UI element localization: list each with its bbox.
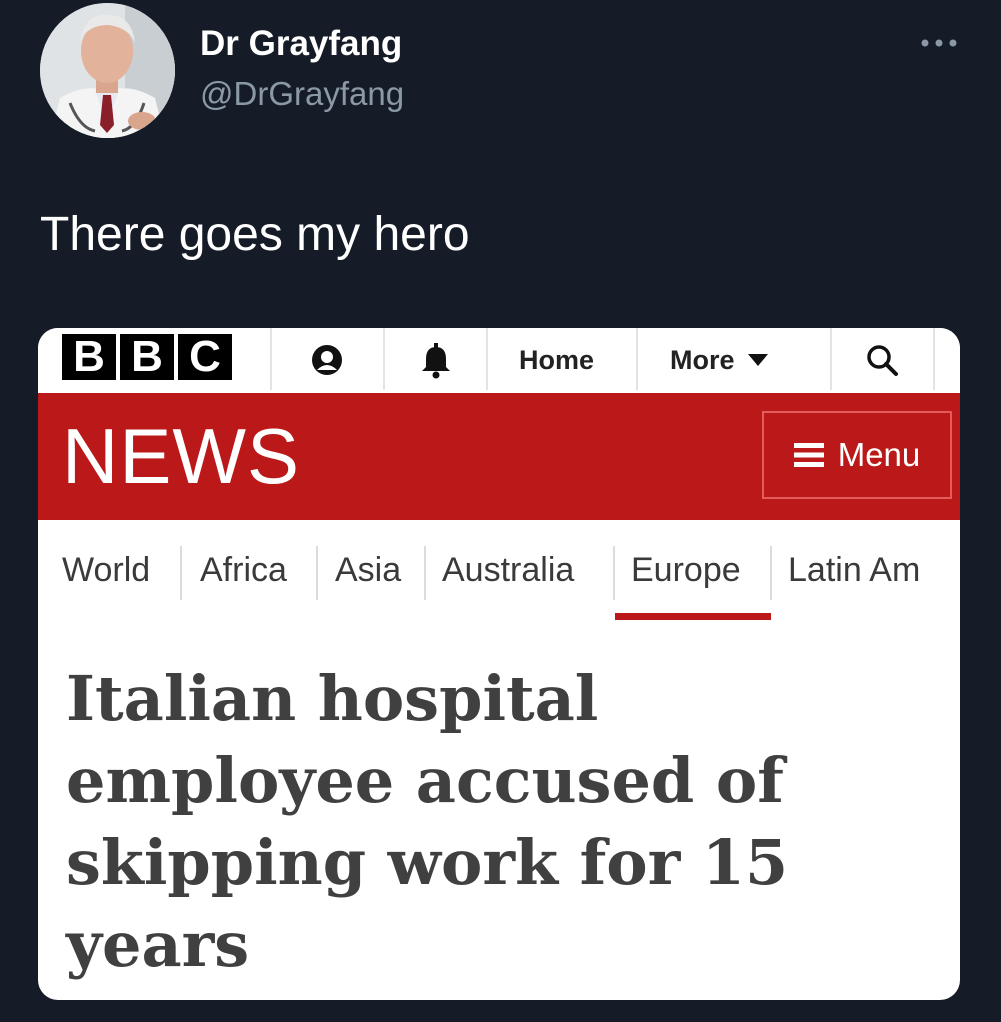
divider [613,546,615,600]
menu-button[interactable]: Menu [762,411,952,499]
bbc-top-bar: B B C Home More [38,328,960,393]
bbc-logo-letter: C [178,334,232,380]
divider [636,328,638,390]
user-handle[interactable]: @DrGrayfang [200,72,404,116]
avatar[interactable] [40,3,175,138]
region-nav: World Africa Asia Australia Europe Latin… [38,542,960,602]
news-banner: NEWS Menu [38,393,960,520]
divider [270,328,272,390]
region-world[interactable]: World [62,542,150,598]
active-tab-indicator [615,613,771,620]
region-latin-america[interactable]: Latin Am [788,542,920,598]
tweet-text: There goes my hero [40,208,470,261]
more-dropdown[interactable]: More [670,338,769,382]
region-europe[interactable]: Europe [631,542,741,598]
divider [180,546,182,600]
divider [424,546,426,600]
bbc-logo-letter: B [62,334,116,380]
bell-icon[interactable] [414,338,458,382]
embedded-screenshot[interactable]: B B C Home More NEWS Menu World Africa A… [38,328,960,1000]
search-icon[interactable] [860,338,904,382]
account-icon[interactable] [305,338,349,382]
region-africa[interactable]: Africa [200,542,287,598]
divider [383,328,385,390]
region-australia[interactable]: Australia [442,542,574,598]
bbc-logo[interactable]: B B C [62,334,232,380]
menu-label: Menu [837,436,921,473]
bbc-logo-letter: B [120,334,174,380]
divider [486,328,488,390]
doctor-portrait-image [40,3,175,138]
divider [770,546,772,600]
region-asia[interactable]: Asia [335,542,401,598]
news-wordmark[interactable]: NEWS [62,413,300,499]
ellipsis-icon[interactable] [917,30,961,56]
divider [830,328,832,390]
article-headline[interactable]: Italian hospital employee accused of ski… [66,658,926,986]
divider [316,546,318,600]
home-link[interactable]: Home [519,338,594,382]
divider [933,328,935,390]
more-label: More [670,345,735,375]
display-name[interactable]: Dr Grayfang [200,22,402,66]
hamburger-icon [793,443,824,467]
caret-down-icon [747,354,768,366]
